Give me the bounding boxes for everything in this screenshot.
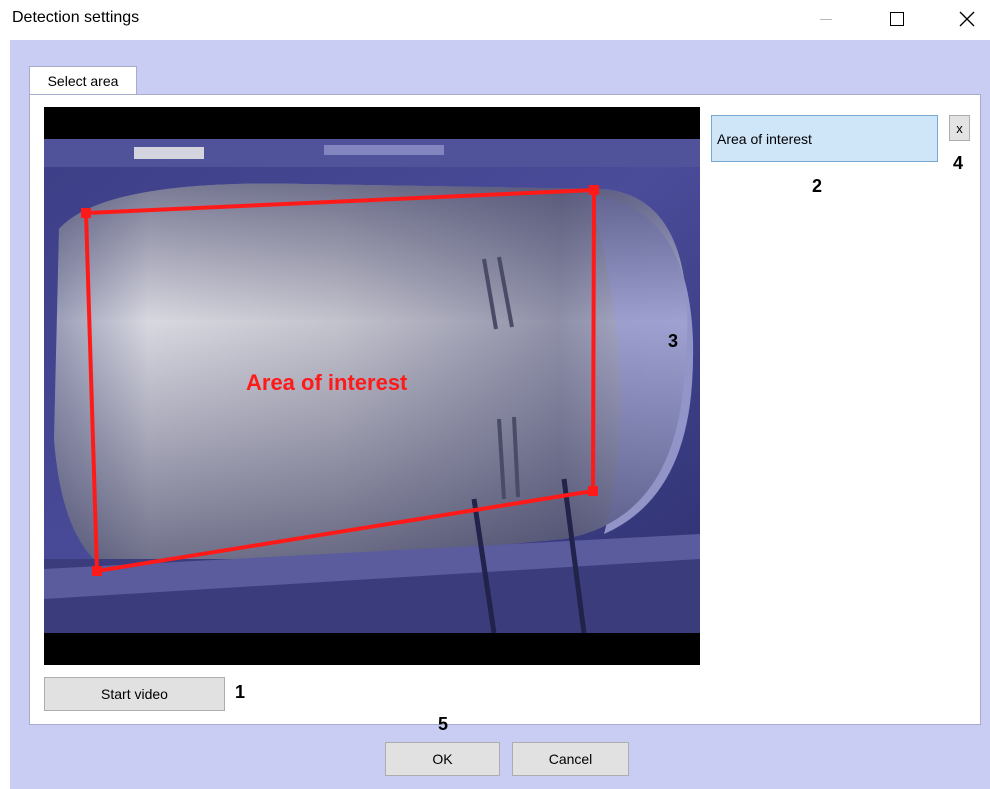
detection-settings-window: Detection settings Select area Area of i…	[0, 0, 990, 789]
maximize-icon	[890, 12, 904, 26]
title-bar: Detection settings	[0, 0, 990, 40]
callout-3: 3	[668, 331, 679, 351]
ok-button[interactable]: OK	[385, 742, 500, 776]
callout-4: 4	[953, 153, 964, 173]
window-title: Detection settings	[12, 9, 140, 26]
start-video-button[interactable]: Start video	[44, 677, 225, 711]
callout-5: 5	[438, 714, 449, 734]
area-list-item[interactable]: Area of interest	[711, 115, 938, 162]
cancel-button[interactable]: Cancel	[512, 742, 629, 776]
minimize-button[interactable]	[803, 0, 849, 38]
video-frame: Area of interest	[44, 139, 700, 633]
area-label: Area of interest	[246, 370, 408, 395]
minimize-icon	[820, 18, 832, 20]
video-preview[interactable]: Area of interest	[44, 107, 700, 665]
maximize-button[interactable]	[874, 0, 920, 38]
close-icon	[959, 11, 975, 27]
delete-area-button[interactable]: x	[949, 115, 970, 141]
callout-2: 2	[812, 176, 823, 196]
callout-1: 1	[235, 682, 246, 702]
close-button[interactable]	[944, 0, 990, 38]
camera-image: Area of interest	[44, 139, 700, 633]
tab-select-area[interactable]: Select area	[29, 66, 137, 95]
